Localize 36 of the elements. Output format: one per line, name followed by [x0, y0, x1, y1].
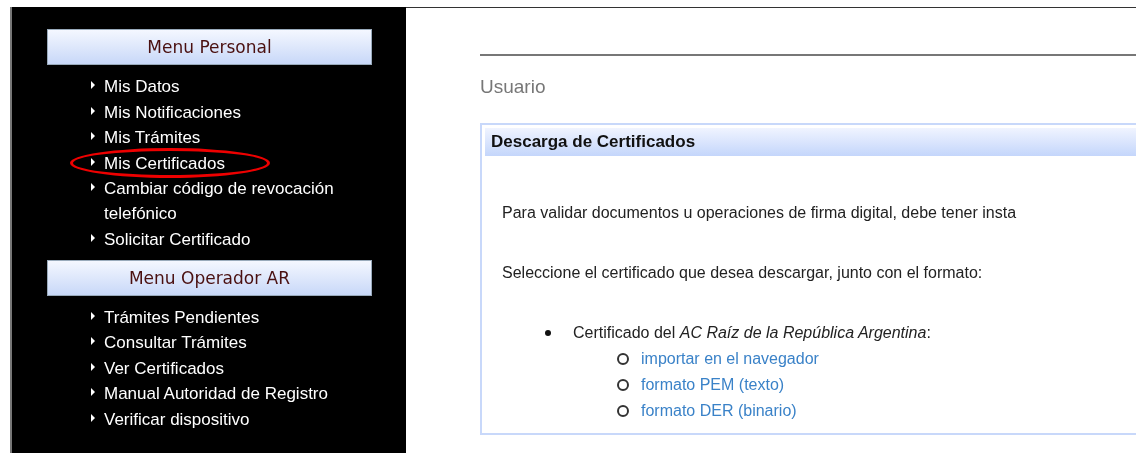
triangle-icon [90, 233, 96, 243]
panel-header: Descarga de Certificados [485, 128, 1136, 156]
menu-link[interactable]: Mis Certificados [104, 150, 374, 176]
circle-bullet-icon [617, 353, 629, 365]
menu-link[interactable]: Consultar Trámites [104, 330, 374, 355]
menu-link[interactable]: Ver Certificados [104, 355, 374, 381]
triangle-icon [90, 387, 96, 397]
circle-bullet-icon [617, 379, 629, 391]
menu-link[interactable]: Solicitar Certificado [104, 227, 374, 252]
triangle-icon [90, 156, 96, 167]
triangle-icon [90, 182, 96, 192]
certificate-label: Certificado del AC Raíz de la República Argentina: [573, 324, 931, 341]
menu-link[interactable]: Cambiar código de revocación telefónico [104, 176, 374, 226]
paragraph: Para validar documentos u operaciones de firma digital, debe tener insta [502, 203, 1018, 223]
triangle-icon [90, 80, 96, 90]
menu-link[interactable]: Verificar dispositivo [104, 406, 374, 432]
download-link[interactable]: formato PEM (texto) [641, 372, 785, 398]
paragraph: Seleccione el certificado que desea descargar, junto con el formato: [502, 263, 984, 283]
menu-header: Menu Personal [47, 29, 372, 65]
download-link[interactable]: importar en el navegador [641, 346, 819, 372]
triangle-icon [90, 336, 96, 346]
bullet-icon [545, 329, 551, 336]
menu-link[interactable]: Mis Datos [104, 74, 374, 99]
menu-link[interactable]: Trámites Pendientes [104, 304, 374, 330]
section-title: Usuario [480, 75, 547, 99]
circle-bullet-icon [617, 405, 629, 417]
triangle-icon [90, 361, 96, 372]
download-link[interactable]: formato DER (binario) [641, 398, 797, 424]
triangle-icon [90, 412, 96, 423]
menu-link[interactable]: Mis Trámites [104, 125, 374, 150]
menu-link[interactable]: Mis Notificaciones [104, 99, 374, 125]
triangle-icon [90, 105, 96, 116]
triangle-icon [90, 131, 96, 141]
menu-link[interactable]: Manual Autoridad de Registro [104, 381, 374, 406]
menu-header: Menu Operador AR [47, 259, 372, 296]
triangle-icon [90, 310, 96, 321]
